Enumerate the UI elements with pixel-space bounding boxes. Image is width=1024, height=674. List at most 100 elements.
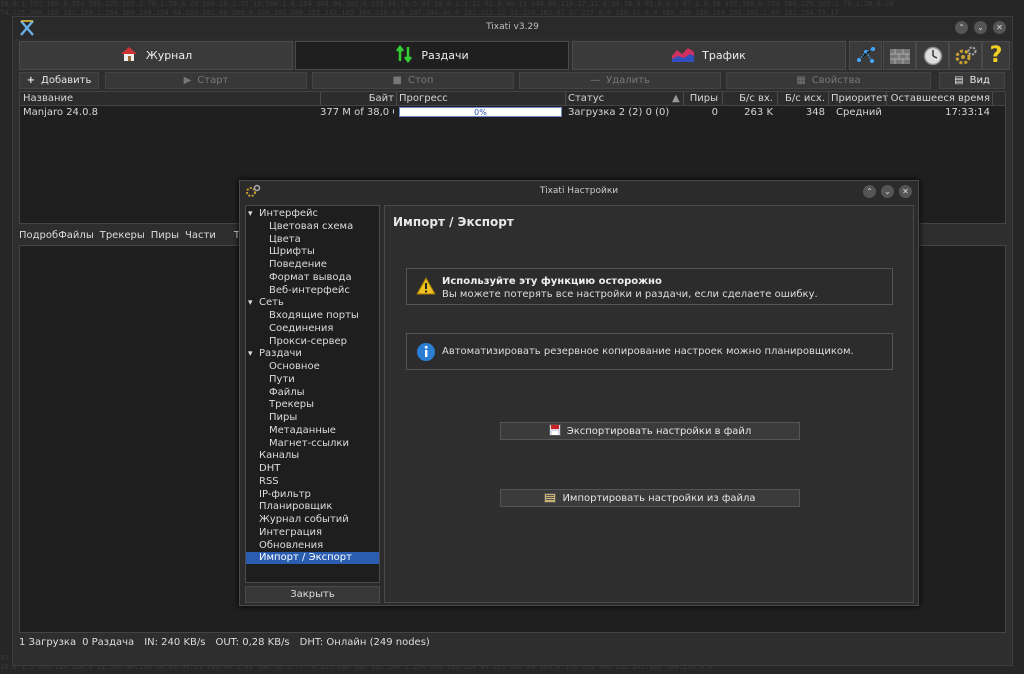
column-header-progress[interactable]: Прогресс xyxy=(399,92,448,105)
tab-trackers[interactable]: Трекеры xyxy=(100,230,145,246)
tree-item-label: Файлы xyxy=(269,386,305,398)
warning-title: Используйте эту функцию осторожно xyxy=(442,276,662,287)
tree-item[interactable]: Шрифты xyxy=(246,246,379,258)
column-header-status[interactable]: Статус xyxy=(568,92,604,105)
tree-item[interactable]: Цветовая схема xyxy=(246,221,379,233)
tree-item[interactable]: Метаданные xyxy=(246,425,379,437)
tree-item-label: Пути xyxy=(269,373,295,385)
clock-icon[interactable] xyxy=(916,41,949,70)
tab-pieces[interactable]: Части xyxy=(185,230,216,246)
tree-item[interactable]: Импорт / Экспорт xyxy=(246,552,379,565)
tree-item-label: Раздачи xyxy=(259,348,302,360)
info-box: Автоматизировать резервное копирование н… xyxy=(406,333,893,370)
firewall-icon[interactable] xyxy=(883,41,916,70)
tree-item[interactable]: Пути xyxy=(246,374,379,386)
tree-item-label: Формат вывода xyxy=(269,271,352,283)
tree-item-label: Веб-интерфейс xyxy=(269,284,350,296)
import-settings-button[interactable]: Импортировать настройки из файла xyxy=(500,489,800,507)
column-separator xyxy=(828,92,829,105)
tree-item-label: Обновления xyxy=(259,539,324,551)
info-text: Автоматизировать резервное копирование н… xyxy=(442,346,854,357)
tree-item-label: Соединения xyxy=(269,322,334,334)
status-seeds: 0 Раздача xyxy=(82,637,135,648)
column-separator xyxy=(992,92,993,105)
help-icon[interactable]: ? xyxy=(982,41,1010,70)
column-header-bytes[interactable]: Байт xyxy=(320,92,394,105)
tab-peers[interactable]: Пиры xyxy=(151,230,179,246)
properties-button[interactable]: ▦ Свойства xyxy=(726,72,931,89)
tree-item[interactable]: Файлы xyxy=(246,387,379,399)
tab-journal[interactable]: Журнал xyxy=(19,41,293,70)
view-button-label: Вид xyxy=(969,75,990,86)
start-button-label: Старт xyxy=(197,75,229,86)
tree-item[interactable]: Поведение xyxy=(246,259,379,271)
tree-item[interactable]: Интеграция xyxy=(246,527,379,539)
expand-arrow-icon[interactable]: ▾ xyxy=(248,208,253,220)
dialog-minimize-button[interactable]: ⌄ xyxy=(881,185,894,198)
tree-item-label: Цветовая схема xyxy=(269,220,354,232)
tree-item[interactable]: IP-фильтр xyxy=(246,489,379,501)
tree-item[interactable]: Входящие порты xyxy=(246,310,379,322)
window-restore-button[interactable]: ⌃ xyxy=(955,21,968,34)
export-settings-button[interactable]: Экспортировать настройки в файл xyxy=(500,422,800,440)
tree-item[interactable]: Пиры xyxy=(246,412,379,424)
tree-item[interactable]: Цвета xyxy=(246,234,379,246)
tab-traffic[interactable]: Трафик xyxy=(572,41,846,70)
column-header-in-rate[interactable]: Б/с вх. xyxy=(722,92,773,105)
view-button[interactable]: ▤ Вид xyxy=(939,72,1005,89)
tree-item[interactable]: Формат вывода xyxy=(246,272,379,284)
sort-indicator-icon: ▲ xyxy=(672,93,680,104)
window-minimize-button[interactable]: ⌄ xyxy=(974,21,987,34)
tree-item[interactable]: Обновления xyxy=(246,540,379,552)
expand-arrow-icon[interactable]: ▾ xyxy=(248,348,253,360)
tree-item-label: Сеть xyxy=(259,297,284,309)
column-header-priority[interactable]: Приоритет xyxy=(831,92,888,105)
settings-dialog: Tixati Настройки ⌃ ⌄ ✕ ▾ Интерфейс Цветова… xyxy=(239,180,919,606)
tree-item[interactable]: RSS xyxy=(246,476,379,488)
status-downloads: 1 Загрузка xyxy=(19,637,77,648)
network-nodes-icon[interactable] xyxy=(849,41,882,70)
column-header-name[interactable]: Название xyxy=(23,92,73,105)
tree-item-label: Шрифты xyxy=(269,246,315,258)
tree-item[interactable]: Журнал событий xyxy=(246,514,379,526)
tree-item[interactable]: Каналы xyxy=(246,450,379,462)
tree-item[interactable]: Соединения xyxy=(246,323,379,335)
tab-details[interactable]: Подроб xyxy=(19,230,58,246)
close-button[interactable]: Закрыть xyxy=(245,586,380,603)
expand-arrow-icon[interactable]: ▾ xyxy=(248,297,253,309)
save-disk-icon xyxy=(548,423,561,439)
column-header-out-rate[interactable]: Б/с исх. xyxy=(777,92,825,105)
background-pattern-top: 10.8.1 192.168.0.254 189.129.105.2 79.1.… xyxy=(0,0,894,16)
tree-item[interactable]: Основное xyxy=(246,361,379,373)
dialog-close-button[interactable]: ✕ xyxy=(899,185,912,198)
tree-item[interactable]: Планировщик xyxy=(246,501,379,513)
column-separator xyxy=(565,92,566,105)
window-close-button[interactable]: ✕ xyxy=(993,21,1006,34)
start-button[interactable]: ▶ Старт xyxy=(105,72,307,89)
table-header: Название Байт Прогресс Статус ▲ Пиры Б/с… xyxy=(20,92,1005,106)
tree-item[interactable]: Прокси-сервер xyxy=(246,336,379,348)
tab-torrents-label: Раздачи xyxy=(421,49,469,62)
cell-bytes: 377 M of 38,0 G xyxy=(320,107,394,118)
remove-button[interactable]: — Удалить xyxy=(519,72,721,89)
table-row[interactable]: Manjaro 24.0.8 377 M of 38,0 G 0% Загруз… xyxy=(20,106,1005,119)
column-header-peers[interactable]: Пиры xyxy=(683,92,718,105)
column-header-remaining[interactable]: Оставшееся время xyxy=(886,92,990,105)
progress-text: 0% xyxy=(474,108,487,117)
tree-item[interactable]: Магнет-ссылки xyxy=(246,438,379,450)
dialog-title: Tixati Настройки xyxy=(539,186,619,196)
tree-item[interactable]: Трекеры xyxy=(246,399,379,411)
settings-gears-icon[interactable] xyxy=(949,41,982,70)
properties-button-label: Свойства xyxy=(811,75,861,86)
add-button[interactable]: + Добавить xyxy=(19,72,99,89)
stop-button[interactable]: ■ Стоп xyxy=(312,72,514,89)
tree-item[interactable]: ▾ Сеть xyxy=(246,297,379,309)
minus-icon: — xyxy=(590,75,601,86)
tree-item[interactable]: Веб-интерфейс xyxy=(246,285,379,297)
dialog-restore-button[interactable]: ⌃ xyxy=(863,185,876,198)
tab-torrents[interactable]: Раздачи xyxy=(295,41,569,70)
tree-item[interactable]: ▾ Интерфейс xyxy=(246,208,379,220)
tab-files[interactable]: Файлы xyxy=(58,230,94,246)
tree-item[interactable]: ▾ Раздачи xyxy=(246,348,379,360)
tree-item[interactable]: DHT xyxy=(246,463,379,475)
